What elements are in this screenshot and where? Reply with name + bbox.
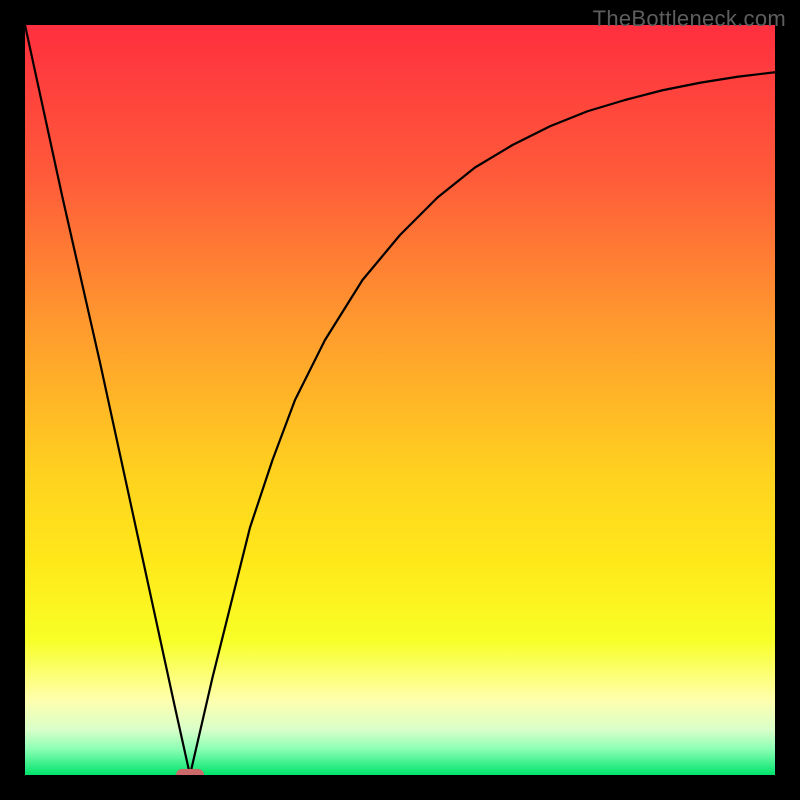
watermark-text: TheBottleneck.com <box>593 6 786 32</box>
plot-background <box>25 25 775 775</box>
chart-svg <box>25 25 775 775</box>
minimum-marker <box>176 769 204 775</box>
chart-frame: TheBottleneck.com <box>0 0 800 800</box>
plot-area <box>25 25 775 775</box>
